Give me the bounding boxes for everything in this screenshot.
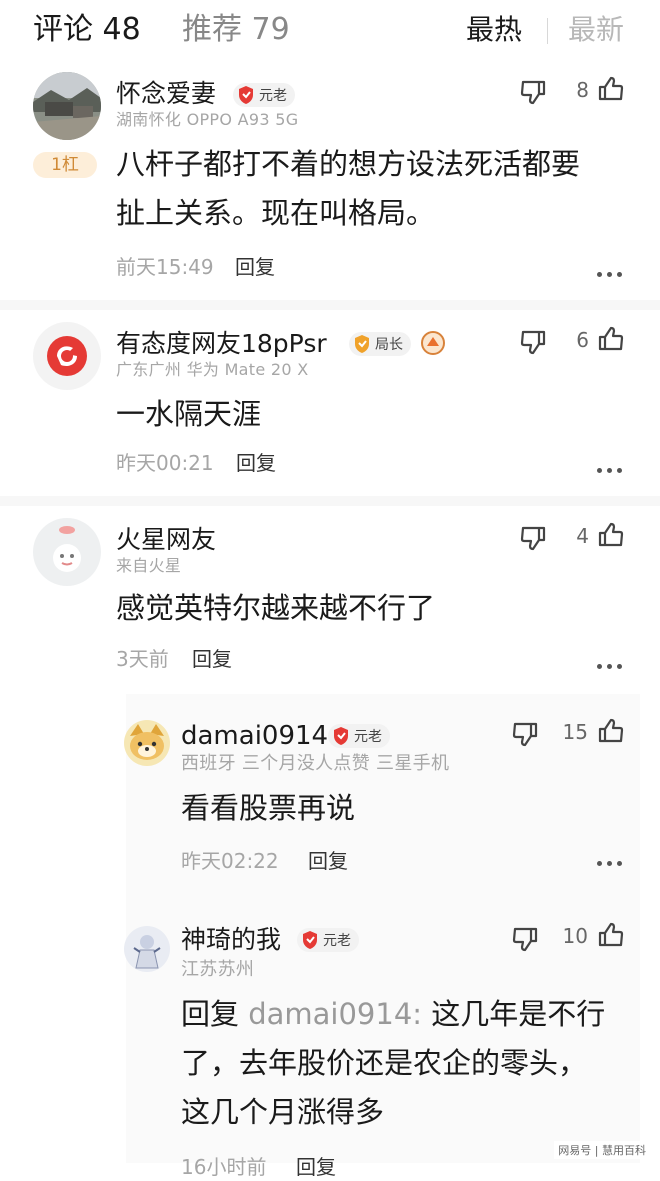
like-icon[interactable] (597, 921, 625, 949)
reply-button[interactable]: 回复 (296, 1153, 336, 1181)
comment-time: 昨天00:21 (116, 451, 214, 475)
tab-recommend[interactable]: 推荐 79 (182, 10, 290, 50)
username[interactable]: 神琦的我 (181, 924, 281, 956)
avatar[interactable] (33, 322, 101, 390)
shield-badge-icon (355, 335, 369, 353)
more-icon[interactable] (597, 468, 623, 474)
like-icon[interactable] (597, 75, 625, 103)
badge-label: 元老 (323, 933, 351, 949)
like-count: 10 (562, 924, 588, 948)
watermark: 网易号 | 慧用百科 (554, 1141, 650, 1159)
avatar[interactable] (33, 518, 101, 586)
quoted-username[interactable]: damai0914: (248, 997, 422, 1031)
user-meta: 广东广州 华为 Mate 20 X (116, 360, 309, 379)
comment-time: 3天前 (116, 647, 169, 671)
more-icon[interactable] (597, 861, 623, 867)
like-icon[interactable] (597, 521, 625, 549)
comment-text: 八杆子都打不着的想方设法死活都要扯上关系。现在叫格局。 (116, 147, 581, 230)
like-icon[interactable] (597, 325, 625, 353)
comment-text: 看看股票再说 (181, 791, 356, 825)
sort-new-button[interactable]: 最新 (568, 10, 624, 50)
like-icon[interactable] (597, 717, 625, 745)
user-meta: 江苏苏州 (181, 959, 255, 980)
comment-divider (0, 300, 660, 310)
hot-tag: 1杠 (33, 152, 97, 178)
user-meta: 来自火星 (116, 556, 182, 575)
dislike-icon[interactable] (519, 78, 547, 106)
badge-label: 元老 (259, 88, 287, 104)
like-count: 4 (576, 524, 589, 548)
user-badge: 元老 (297, 928, 359, 952)
sort-divider (547, 18, 548, 44)
username[interactable]: 怀念爱妻 (116, 78, 216, 110)
comment-text: 感觉英特尔越来越不行了 (116, 591, 436, 625)
avatar[interactable] (124, 926, 170, 972)
shield-badge-icon (303, 931, 317, 949)
user-badge: 局长 (349, 332, 411, 356)
like-count: 6 (576, 328, 589, 352)
reply-button[interactable]: 回复 (236, 449, 276, 477)
username[interactable]: 有态度网友18pPsr (116, 328, 327, 360)
dislike-icon[interactable] (519, 524, 547, 552)
badge-label: 元老 (354, 729, 382, 745)
like-count: 8 (576, 78, 589, 102)
comment-time: 前天15:49 (116, 255, 214, 279)
more-icon[interactable] (597, 272, 623, 278)
reply-button[interactable]: 回复 (192, 645, 232, 673)
dislike-icon[interactable] (519, 328, 547, 356)
shield-badge-icon (334, 727, 348, 745)
badge-label: 局长 (375, 337, 403, 353)
user-meta: 西班牙 三个月没人点赞 三星手机 (181, 753, 450, 774)
like-count: 15 (562, 720, 588, 744)
comment-divider (0, 496, 660, 506)
avatar[interactable] (124, 720, 170, 766)
dislike-icon[interactable] (511, 925, 539, 953)
medal-icon (421, 331, 445, 355)
dislike-icon[interactable] (511, 720, 539, 748)
user-badge: 元老 (328, 724, 390, 748)
username[interactable]: damai0914 (181, 720, 328, 752)
username[interactable]: 火星网友 (116, 524, 216, 556)
reply-prefix: 回复 (181, 997, 249, 1031)
reply-button[interactable]: 回复 (235, 253, 275, 281)
reply-button[interactable]: 回复 (308, 847, 348, 875)
tab-comments[interactable]: 评论 48 (33, 10, 141, 50)
user-meta: 湖南怀化 OPPO A93 5G (116, 110, 299, 129)
sort-hot-button[interactable]: 最热 (466, 10, 522, 50)
comment-text: 回复 damai0914: 这几年是不行了，去年股价还是农企的零头，这几个月涨得… (181, 990, 611, 1137)
user-badge: 元老 (233, 83, 295, 107)
more-icon[interactable] (597, 664, 623, 670)
comment-time: 16小时前 (181, 1155, 267, 1179)
shield-badge-icon (239, 86, 253, 104)
comment-time: 昨天02:22 (181, 849, 279, 873)
comment-text: 一水隔天涯 (116, 397, 262, 431)
avatar[interactable] (33, 72, 101, 140)
